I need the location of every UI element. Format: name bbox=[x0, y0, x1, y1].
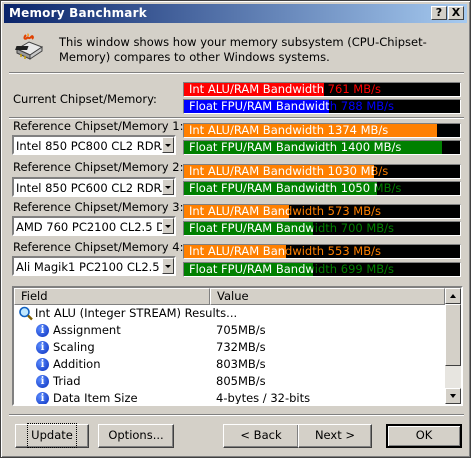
dropdown-arrow-icon[interactable] bbox=[162, 258, 174, 274]
value-cell: 705MB/s bbox=[216, 323, 266, 337]
separator bbox=[9, 414, 464, 416]
field-cell: Addition bbox=[53, 357, 101, 371]
field-cell: Int ALU (Integer STREAM) Results... bbox=[35, 306, 238, 320]
update-button[interactable]: Update bbox=[15, 423, 89, 448]
bar-label-overlay: Int ALU/RAM Bandwidth 553 MB/s bbox=[184, 245, 286, 258]
info-icon: i bbox=[36, 324, 49, 337]
bar-label-highlight: Int ALU/RAM Bandwidth 553 MB/s bbox=[189, 245, 286, 258]
bar-label-highlight: Int ALU/RAM Bandwidth 1030 MB/s bbox=[189, 165, 374, 178]
back-button-label: < Back bbox=[240, 428, 282, 442]
update-button-label: Update bbox=[27, 423, 77, 448]
field-cell: Data Item Size bbox=[53, 391, 138, 405]
memory-benchmark-window: Memory Banchmark ? X This window shows h… bbox=[0, 0, 471, 458]
reference-3-alu-bar: Int ALU/RAM Bandwidth 573 MB/s Int ALU/R… bbox=[183, 204, 461, 219]
reference-3-label: Reference Chipset/Memory 3: bbox=[13, 200, 184, 214]
reference-2-selected: Intel 850 PC600 CL2 RDRAM (R bbox=[16, 181, 162, 195]
reference-3-fpu-bar: Float FPU/RAM Bandwidth 700 MB/s Float F… bbox=[183, 221, 461, 236]
info-icon: i bbox=[36, 358, 49, 371]
reference-2-fpu-bar: Float FPU/RAM Bandwidth 1050 MB/s Float … bbox=[183, 181, 461, 196]
ok-button-label: OK bbox=[415, 428, 433, 442]
reference-1-fpu-bar: Float FPU/RAM Bandwidth 1400 MB/s Float … bbox=[183, 140, 461, 155]
column-header-field[interactable]: Field bbox=[14, 288, 210, 305]
field-cell: Triad bbox=[53, 374, 81, 388]
bar-label-overlay: Int ALU/RAM Bandwidth 573 MB/s bbox=[184, 205, 289, 218]
reference-1-select[interactable]: Intel 850 PC800 CL2 RDRAM (R bbox=[12, 135, 176, 155]
bar-label-highlight: Int ALU/RAM Bandwidth 573 MB/s bbox=[189, 205, 289, 218]
bar-label-overlay: Float FPU/RAM Bandwidth 1400 MB/s bbox=[184, 141, 442, 154]
bar-label-highlight: Float FPU/RAM Bandwidth 1400 MB/s bbox=[189, 141, 402, 154]
reference-2-select[interactable]: Intel 850 PC600 CL2 RDRAM (R bbox=[12, 177, 176, 197]
list-item[interactable]: i Assignment 705MB/s bbox=[14, 322, 444, 339]
bar-label-highlight: Int ALU/RAM Bandwidth 1374 MB/s bbox=[189, 124, 389, 137]
results-list[interactable]: Field Value Int ALU (Integer STREAM) Res… bbox=[12, 286, 463, 406]
dropdown-arrow-icon[interactable] bbox=[162, 137, 174, 153]
options-button-label: Options... bbox=[108, 428, 164, 442]
bar-label-overlay: Int ALU/RAM Bandwidth 1374 MB/s bbox=[184, 124, 437, 137]
scroll-up-icon[interactable] bbox=[445, 288, 461, 304]
list-item[interactable]: i Scaling 732MB/s bbox=[14, 339, 444, 356]
description-text: This window shows how your memory subsys… bbox=[59, 35, 427, 64]
current-fpu-bar: Float FPU/RAM Bandwidth 788 MB/s Float F… bbox=[183, 99, 461, 114]
search-icon bbox=[18, 306, 34, 321]
vertical-scrollbar[interactable] bbox=[445, 288, 461, 404]
field-cell: Assignment bbox=[53, 323, 121, 337]
reference-1-alu-bar: Int ALU/RAM Bandwidth 1374 MB/s Int ALU/… bbox=[183, 123, 461, 138]
reference-4-fpu-bar: Float FPU/RAM Bandwidth 699 MB/s Float F… bbox=[183, 262, 461, 277]
bar-label-highlight: Float FPU/RAM Bandwidth 700 MB/s bbox=[189, 222, 313, 235]
ok-button[interactable]: OK bbox=[386, 424, 462, 448]
current-alu-bar: Int ALU/RAM Bandwidth 761 MB/s Int ALU/R… bbox=[183, 82, 461, 97]
reference-1-label: Reference Chipset/Memory 1: bbox=[13, 119, 184, 133]
list-item[interactable]: Int ALU (Integer STREAM) Results... bbox=[14, 305, 444, 322]
bar-label-highlight: Int ALU/RAM Bandwidth 761 MB/s bbox=[189, 83, 324, 96]
scroll-down-icon[interactable] bbox=[445, 388, 461, 404]
info-icon: i bbox=[36, 341, 49, 354]
bar-label-overlay: Float FPU/RAM Bandwidth 788 MB/s bbox=[184, 100, 329, 113]
info-icon: i bbox=[36, 392, 49, 404]
dropdown-arrow-icon[interactable] bbox=[162, 218, 174, 234]
reference-4-label: Reference Chipset/Memory 4: bbox=[13, 240, 184, 254]
value-cell: 4-bytes / 32-bits bbox=[216, 391, 311, 405]
close-button[interactable]: X bbox=[448, 6, 464, 20]
bar-label-overlay: Float FPU/RAM Bandwidth 700 MB/s bbox=[184, 222, 313, 235]
current-chipset-label: Current Chipset/Memory: bbox=[13, 92, 157, 106]
bar-label-overlay: Int ALU/RAM Bandwidth 1030 MB/s bbox=[184, 165, 374, 178]
window-title: Memory Banchmark bbox=[9, 6, 147, 20]
bar-label-overlay: Int ALU/RAM Bandwidth 761 MB/s bbox=[184, 83, 324, 96]
reference-3-selected: AMD 760 PC2100 CL2.5 DDR (Du bbox=[16, 220, 162, 234]
info-icon: i bbox=[36, 375, 49, 388]
reference-4-alu-bar: Int ALU/RAM Bandwidth 553 MB/s Int ALU/R… bbox=[183, 244, 461, 259]
reference-2-label: Reference Chipset/Memory 2: bbox=[13, 160, 184, 174]
list-item[interactable]: i Addition 803MB/s bbox=[14, 356, 444, 373]
value-cell: 732MB/s bbox=[216, 340, 266, 354]
memory-benchmark-icon bbox=[15, 33, 44, 60]
bar-label-highlight: Float FPU/RAM Bandwidth 788 MB/s bbox=[189, 100, 329, 113]
help-button[interactable]: ? bbox=[431, 6, 447, 20]
bar-label-highlight: Float FPU/RAM Bandwidth 699 MB/s bbox=[189, 263, 313, 276]
dropdown-arrow-icon[interactable] bbox=[162, 179, 174, 195]
options-button[interactable]: Options... bbox=[98, 424, 174, 448]
next-button-label: Next > bbox=[314, 428, 356, 442]
separator bbox=[9, 72, 464, 74]
reference-2-alu-bar: Int ALU/RAM Bandwidth 1030 MB/s Int ALU/… bbox=[183, 164, 461, 179]
field-cell: Scaling bbox=[53, 340, 95, 354]
bar-label-overlay: Float FPU/RAM Bandwidth 699 MB/s bbox=[184, 263, 313, 276]
bar-label-highlight: Float FPU/RAM Bandwidth 1050 MB/s bbox=[189, 182, 377, 195]
back-button[interactable]: < Back bbox=[223, 424, 299, 448]
reference-1-selected: Intel 850 PC800 CL2 RDRAM (R bbox=[16, 139, 162, 153]
reference-4-select[interactable]: Ali Magik1 PC2100 CL2.5 DDR bbox=[12, 256, 176, 276]
bar-label-overlay: Float FPU/RAM Bandwidth 1050 MB/s bbox=[184, 182, 377, 195]
value-cell: 805MB/s bbox=[216, 374, 266, 388]
list-item[interactable]: i Triad 805MB/s bbox=[14, 373, 444, 390]
column-header-value[interactable]: Value bbox=[210, 288, 445, 305]
value-cell: 803MB/s bbox=[216, 357, 266, 371]
reference-4-selected: Ali Magik1 PC2100 CL2.5 DDR bbox=[16, 260, 162, 274]
next-button[interactable]: Next > bbox=[298, 424, 372, 448]
scroll-thumb[interactable] bbox=[445, 304, 461, 366]
reference-3-select[interactable]: AMD 760 PC2100 CL2.5 DDR (Du bbox=[12, 216, 176, 236]
list-item[interactable]: i Data Item Size 4-bytes / 32-bits bbox=[14, 390, 444, 405]
title-bar[interactable]: Memory Banchmark ? X bbox=[4, 4, 467, 23]
